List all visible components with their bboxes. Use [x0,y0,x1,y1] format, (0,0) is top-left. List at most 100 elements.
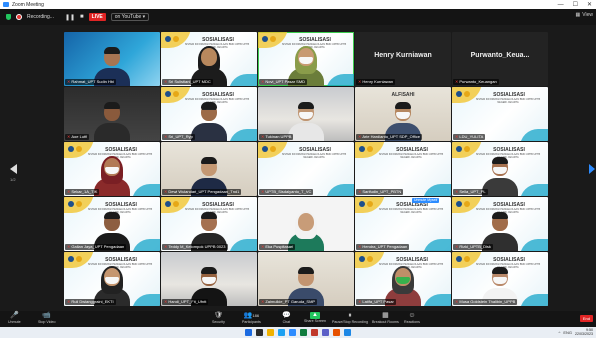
participant-tile[interactable]: SOSIALISASI SISTEM INFORMASI PENGELOLAAN … [258,32,354,86]
maximize-button[interactable]: ☐ [573,1,578,8]
participant-tile[interactable]: SOSIALISASI SISTEM INFORMASI PENGELOLAAN … [355,142,451,196]
participant-name: Eka Puspitasari [265,244,294,249]
participant-tile[interactable]: ✕ Handi_UPT_Fit_Ufntt [161,252,257,306]
participants-button[interactable]: 👥186 Participants [242,312,261,325]
unmute-button[interactable]: 🎤 Unmute [8,312,21,325]
participant-tile[interactable]: SOSIALISASI SISTEM INFORMASI PENGELOLAAN … [452,87,548,141]
stop-recording-button[interactable]: ■ [80,14,84,20]
logo-icon [456,201,462,207]
close-button[interactable]: ✕ [587,1,592,8]
participant-name: Arie Hardianto_UPT SDP_Office [362,134,421,139]
participant-tile[interactable]: SOSIALISASI SISTEM INFORMASI PENGELOLAAN … [64,252,160,306]
organization-logos [456,146,470,152]
organization-logos [165,201,179,207]
recording-button[interactable]: ⏸ Pause/Stop Recording [332,312,368,325]
participant-name: Gallan Jaya_UPT Pengadaan [71,244,125,249]
microphone-muted-icon: ✕ [67,134,71,139]
participant-name-tag: ✕ Ruli Dwianggraini_EKTI [65,299,116,305]
virtual-background-subtitle: SISTEM INFORMASI PENGELOLAAN BMN UPPB UP… [475,98,541,104]
breakout-rooms-icon: ▦ [382,312,389,319]
participant-name: Sekar_1A_TIK [71,189,98,194]
participant-name: Handi_UPT_Fit_Ufntt [168,299,207,304]
participant-tile[interactable]: Henry Kurniawan ✕ Henry Kurniawan [355,32,451,86]
participant-tile[interactable]: SOSIALISASI SISTEM INFORMASI PENGELOLAAN … [64,197,160,251]
participant-tile[interactable]: SOSIALISASI SISTEM INFORMASI PENGELOLAAN … [452,197,548,251]
participant-tile[interactable]: SOSIALISASI SISTEM INFORMASI PENGELOLAAN … [355,197,451,251]
stop-video-button[interactable]: 📹 Stop Video [38,312,56,325]
taskbar-app-icon[interactable] [344,329,351,336]
end-meeting-button[interactable]: End [579,315,593,322]
minimize-button[interactable]: — [558,2,564,8]
organization-logos [68,256,82,262]
encryption-shield-icon[interactable] [6,14,11,20]
taskbar-app-icon[interactable] [300,329,307,336]
pause-recording-button[interactable]: ❚❚ [65,14,75,21]
chat-icon: 💬 [282,312,291,319]
participants-label: Participants [242,320,261,324]
taskbar-app-icon[interactable] [245,329,252,336]
participant-tile[interactable]: ✕ Eka Puspitasari [258,197,354,251]
logo-icon [359,256,365,262]
clock[interactable]: 9:50 22/03/2023 [575,328,593,336]
taskbar-app-icon[interactable] [278,329,285,336]
participant-tile[interactable]: ✕ Tukinan UPPB [258,87,354,141]
participant-video [94,101,130,141]
participant-name: UPTB_Sisdalyanto_T_VC [265,189,312,194]
participant-name: Novi_UPT Pasar SMD [265,79,306,84]
participant-tile[interactable]: SOSIALISASI SISTEM INFORMASI PENGELOLAAN … [161,87,257,141]
taskbar-app-icon[interactable] [289,329,296,336]
participant-name-tag: ✕ Sri_UPT_Ryp [162,134,195,140]
taskbar-app-icon[interactable] [333,329,340,336]
chat-button[interactable]: 💬 Chat [282,312,291,325]
microphone-muted-icon: ✕ [261,244,265,249]
logo-icon [68,256,74,262]
breakout-rooms-button[interactable]: ▦ Breakout Rooms [372,312,399,325]
security-button[interactable]: 🛡 Security [212,312,225,325]
organization-logos [359,146,373,152]
participant-name: Latifa_UPT Pasar [362,299,394,304]
participant-name: Sri Sulistiani_UPT MDC [168,79,211,84]
microphone-muted-icon: ✕ [358,134,362,139]
logo-icon [456,91,462,97]
participant-display-name: Purwanto_Keua... [470,52,530,59]
previous-page-button[interactable]: 1/2 [10,164,18,182]
participant-hair [104,102,120,109]
participant-tile[interactable]: ✕ Aoe Lutfi [64,87,160,141]
participant-face-mask [493,167,507,174]
participant-tile[interactable]: ✕ Dewi Wulandari_UPT Pengadaan_Tnd1 [161,142,257,196]
participant-tile[interactable]: SOSIALISASI SISTEM INFORMASI PENGELOLAAN … [161,197,257,251]
taskbar-app-icon[interactable] [311,329,318,336]
participant-body [94,123,130,141]
participant-body [191,123,227,141]
share-screen-button[interactable]: ▲ Share Screen [304,312,326,324]
participant-tile[interactable]: SOSIALISASI SISTEM INFORMASI PENGELOLAAN … [258,142,354,196]
microphone-muted-icon: ✕ [455,189,459,194]
participant-face-mask [396,112,410,119]
next-page-button[interactable] [589,164,595,174]
participant-hair [492,267,508,274]
participant-tile[interactable]: SOSIALISASI SISTEM INFORMASI PENGELOLAAN … [355,252,451,306]
language-indicator[interactable]: ENG [563,330,572,335]
view-button[interactable]: ▦ View [576,12,593,18]
participant-tile[interactable]: ✕ Rahmat_UPT Sudin Hbi [64,32,160,86]
microphone-muted-icon: ✕ [358,244,362,249]
participant-tile[interactable]: ALFISAHI ✕ Arie Hardianto_UPT SDP_Office [355,87,451,141]
live-stream-dropdown[interactable]: on YouTube ▾ [110,13,150,21]
zoom-logo-icon [3,2,9,7]
microphone-muted-icon: ✕ [455,79,459,84]
taskbar-app-icon[interactable] [322,329,329,336]
smiley-icon: ☺ [408,312,416,319]
participant-tile[interactable]: SOSIALISASI SISTEM INFORMASI PENGELOLAAN … [452,252,548,306]
taskbar-app-icon[interactable] [267,329,274,336]
participant-tile[interactable]: ✕ Zaimulkie_PT Garuda_SMP [258,252,354,306]
participant-tile[interactable]: SOSIALISASI SISTEM INFORMASI PENGELOLAAN … [161,32,257,86]
participant-tile[interactable]: SOSIALISASI SISTEM INFORMASI PENGELOLAAN … [64,142,160,196]
taskbar-app-icon[interactable] [256,329,263,336]
logo-icon [165,36,171,42]
participant-tile[interactable]: Purwanto_Keua... ✕ Purwanto_Keuangan [452,32,548,86]
zoom-meeting-window: Zoom Meeting — ☐ ✕ Recording... ❚❚ ■ LIV… [0,0,596,338]
participant-hair [104,47,120,54]
tray-overflow-icon[interactable]: ^ [558,330,560,335]
participant-tile[interactable]: SOSIALISASI SISTEM INFORMASI PENGELOLAAN … [452,142,548,196]
reactions-button[interactable]: ☺ Reactions [404,312,420,325]
